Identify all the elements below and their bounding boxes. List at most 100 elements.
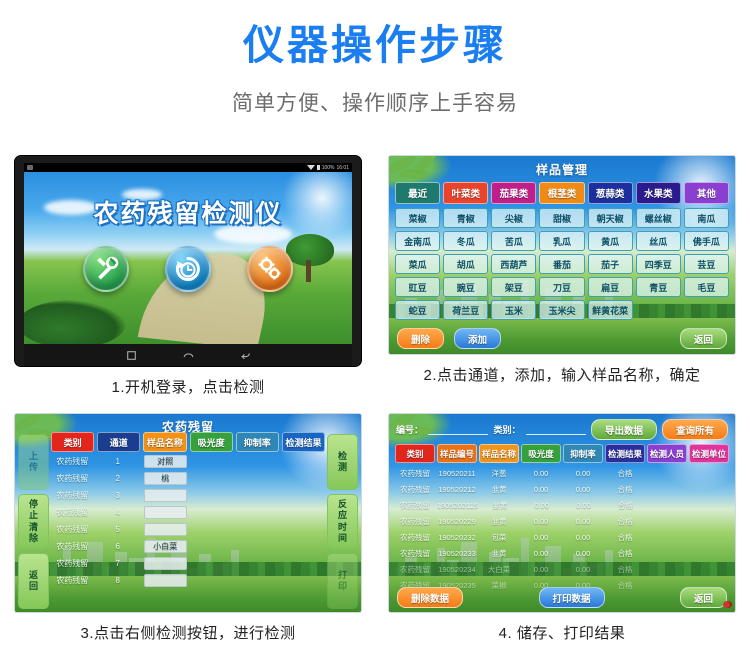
sample-name-input[interactable]	[144, 523, 187, 536]
column-header-5[interactable]: 抑制率	[563, 444, 603, 463]
table-row[interactable]: 农药残留 190520212 韭黄 0.00 0.00 合格	[395, 481, 729, 497]
sample-button[interactable]: 玉米	[491, 300, 537, 320]
column-header-1[interactable]: 类别	[395, 444, 435, 463]
cell-sample-name[interactable]	[142, 574, 189, 587]
table-row[interactable]: 农药残留 190520229 韭黄 0.00 0.00 合格	[395, 513, 729, 529]
history-clock-icon[interactable]	[165, 246, 211, 292]
sample-name-input[interactable]: 对照	[144, 455, 187, 468]
sample-button[interactable]: 番茄	[539, 254, 585, 274]
side-button-right-1[interactable]: 检测	[327, 434, 358, 490]
cell-sample-name[interactable]	[142, 523, 189, 536]
sample-name-input[interactable]	[144, 506, 187, 519]
sample-button[interactable]: 金南瓜	[395, 231, 441, 251]
table-row[interactable]: 农药残留 190520233 韭黄 0.00 0.00 合格	[395, 545, 729, 561]
print-data-button[interactable]: 打印数据	[538, 587, 605, 608]
table-row[interactable]: 农药残留 1 对照	[51, 453, 325, 470]
delete-data-button[interactable]: 删除数据	[397, 587, 464, 608]
column-header-6[interactable]: 检测结果	[605, 444, 645, 463]
sample-button[interactable]: 佛手瓜	[683, 231, 729, 251]
sample-button[interactable]: 西葫芦	[491, 254, 537, 274]
cell-sample-name[interactable]: 桃	[142, 472, 189, 485]
column-header-4[interactable]: 吸光度	[521, 444, 561, 463]
sample-button[interactable]: 菜椒	[395, 208, 441, 228]
sample-button[interactable]: 刀豆	[539, 277, 585, 297]
back-button[interactable]: 返回	[679, 328, 727, 349]
column-header-5[interactable]: 抑制率	[235, 432, 279, 452]
table-row[interactable]: 农药残留 5	[51, 521, 325, 538]
sample-name-input[interactable]	[144, 489, 187, 502]
side-button-right-2[interactable]: 反应时间	[327, 493, 358, 550]
export-data-button[interactable]: 导出数据	[590, 419, 657, 440]
sample-button[interactable]: 蛇豆	[395, 300, 441, 320]
sample-button[interactable]: 荷兰豆	[443, 300, 489, 320]
cell-sample-name[interactable]: 小白菜	[142, 540, 189, 553]
sample-button[interactable]: 架豆	[491, 277, 537, 297]
category-tab-4[interactable]: 根茎类	[539, 182, 585, 204]
recents-icon[interactable]	[125, 349, 138, 362]
sample-name-input[interactable]	[144, 574, 187, 587]
sample-button[interactable]: 鲜黄花菜	[587, 300, 633, 320]
table-row[interactable]: 农药残留 8	[51, 572, 325, 589]
home-icon[interactable]	[182, 349, 195, 362]
category-tab-1[interactable]: 最近	[395, 182, 441, 204]
sample-button[interactable]: 豌豆	[443, 277, 489, 297]
sample-button[interactable]: 苦瓜	[491, 231, 537, 251]
side-button-left-2[interactable]: 停止清除	[18, 493, 49, 550]
category-tab-3[interactable]: 茄果类	[491, 182, 537, 204]
sample-button[interactable]: 冬瓜	[443, 231, 489, 251]
table-row[interactable]: 农药残留 190520232 包菜 0.00 0.00 合格	[395, 529, 729, 545]
column-header-8[interactable]: 检测单位	[689, 444, 729, 463]
sample-button[interactable]: 青椒	[443, 208, 489, 228]
table-row[interactable]: 农药残留 4	[51, 504, 325, 521]
table-row[interactable]: 农药残留 6 小白菜	[51, 538, 325, 555]
sample-button[interactable]: 青豆	[635, 277, 681, 297]
add-button[interactable]: 添加	[454, 328, 502, 349]
column-header-7[interactable]: 检测人员	[647, 444, 687, 463]
sample-button[interactable]: 毛豆	[683, 277, 729, 297]
cell-sample-name[interactable]	[142, 557, 189, 570]
delete-button[interactable]: 删除	[397, 328, 445, 349]
table-row[interactable]: 农药残留 190520211 洋葱 0.00 0.00 合格	[395, 465, 729, 481]
sample-button[interactable]: 朝天椒	[587, 208, 633, 228]
category-tab-6[interactable]: 水果类	[635, 182, 681, 204]
table-row[interactable]: 农药残留 3	[51, 487, 325, 504]
sample-button[interactable]: 胡瓜	[443, 254, 489, 274]
tools-icon[interactable]	[83, 246, 129, 292]
side-button-left-3[interactable]: 返回	[18, 553, 49, 610]
column-header-4[interactable]: 吸光度	[189, 432, 233, 452]
sample-name-input[interactable]	[144, 557, 187, 570]
sample-name-input[interactable]: 桃	[144, 472, 187, 485]
sample-button[interactable]: 茄子	[587, 254, 633, 274]
side-button-right-3[interactable]: 打印	[327, 553, 358, 610]
sample-button[interactable]: 扁豆	[587, 277, 633, 297]
column-header-6[interactable]: 检测结果	[281, 432, 326, 452]
query-all-button[interactable]: 查询所有	[661, 419, 728, 440]
cell-sample-name[interactable]	[142, 506, 189, 519]
number-filter-input[interactable]	[428, 424, 489, 435]
column-header-1[interactable]: 类别	[51, 432, 95, 452]
column-header-3[interactable]: 样品名称	[143, 432, 187, 452]
settings-gears-icon[interactable]	[247, 246, 293, 292]
column-header-3[interactable]: 样品名称	[479, 444, 519, 463]
category-filter-input[interactable]	[525, 424, 586, 435]
sample-button[interactable]: 尖椒	[491, 208, 537, 228]
table-row[interactable]: 农药残留 190520234 大白菜 0.00 0.00 合格	[395, 561, 729, 577]
back-button[interactable]: 返回	[680, 587, 728, 608]
table-row[interactable]: 农药残留 1905202115 韭黄 0.00 0.00 合格	[395, 497, 729, 513]
sample-button[interactable]: 乳瓜	[539, 231, 585, 251]
cell-sample-name[interactable]	[142, 489, 189, 502]
sample-button[interactable]: 螺丝椒	[635, 208, 681, 228]
sample-button[interactable]: 黄瓜	[587, 231, 633, 251]
category-tab-7[interactable]: 其他	[683, 182, 729, 204]
sample-button[interactable]: 四季豆	[635, 254, 681, 274]
cell-sample-name[interactable]: 对照	[142, 455, 189, 468]
column-header-2[interactable]: 通道	[97, 432, 141, 452]
sample-button[interactable]: 甜椒	[539, 208, 585, 228]
column-header-2[interactable]: 样品编号	[437, 444, 477, 463]
sample-button[interactable]: 菜瓜	[395, 254, 441, 274]
sample-button[interactable]: 玉米尖	[539, 300, 585, 320]
table-row[interactable]: 农药残留 7	[51, 555, 325, 572]
back-icon[interactable]	[239, 349, 252, 362]
sample-button[interactable]: 芸豆	[683, 254, 729, 274]
sample-name-input[interactable]: 小白菜	[144, 540, 187, 553]
